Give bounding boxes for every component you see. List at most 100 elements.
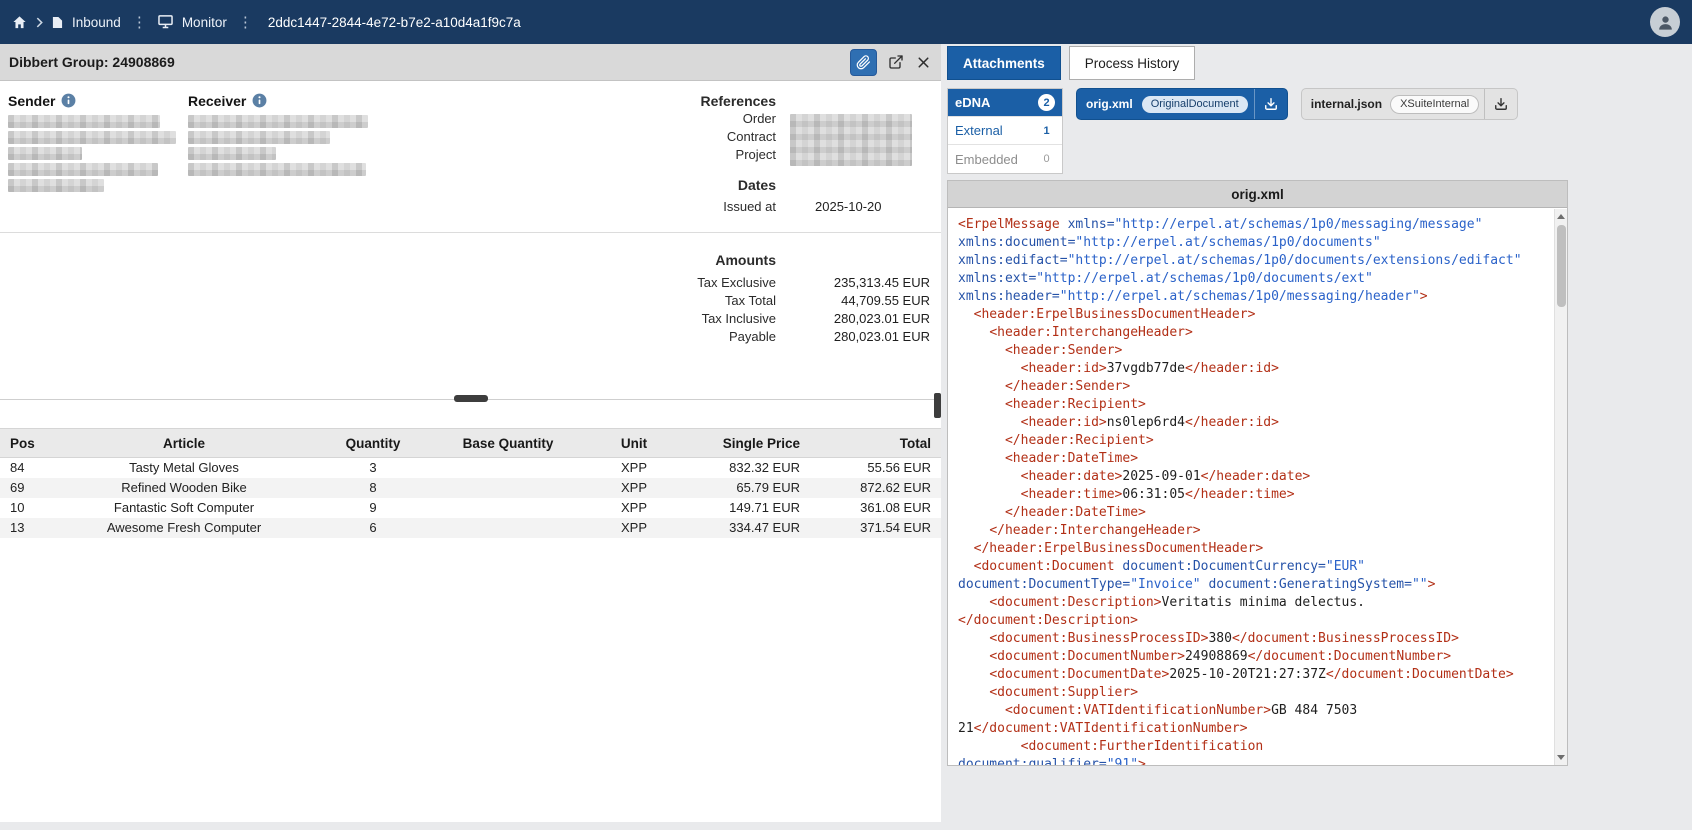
scroll-up-icon[interactable] — [1555, 210, 1567, 223]
column-header: Base Quantity — [428, 429, 588, 458]
inbound-menu-icon[interactable]: ⋮ — [130, 15, 149, 30]
amounts-section: Amounts Tax Exclusive235,313.45 EURTax T… — [560, 251, 930, 346]
sender-section: Sender — [8, 93, 184, 195]
source-item-external[interactable]: External1 — [948, 117, 1062, 145]
code-line: xmlns:header="http://erpel.at/schemas/1p… — [958, 288, 1554, 306]
code-line: <document:FurtherIdentification — [958, 738, 1554, 756]
redacted-text — [188, 115, 368, 128]
open-external-icon[interactable] — [888, 54, 904, 70]
code-line: <header:DateTime> — [958, 450, 1554, 468]
monitor-icon — [158, 15, 173, 29]
person-icon — [1656, 13, 1675, 32]
code-line: <document:Document document:DocumentCurr… — [958, 558, 1554, 576]
references-title: References — [560, 92, 776, 110]
file-icon — [52, 16, 63, 29]
code-line: <header:time>06:31:05</header:time> — [958, 486, 1554, 504]
attachment-chip-internal.json[interactable]: internal.jsonXSuiteInternal — [1302, 89, 1517, 119]
redacted-text — [188, 163, 366, 176]
code-line: <document:Supplier> — [958, 684, 1554, 702]
code-line: xmlns:edifact="http://erpel.at/schemas/1… — [958, 252, 1554, 270]
issued-at-value: 2025-10-20 — [776, 198, 930, 216]
breadcrumb-chevron-icon — [36, 17, 43, 28]
amount-row: Payable280,023.01 EUR — [560, 328, 930, 346]
items-table-section: PosArticleQuantityBase QuantityUnitSingl… — [0, 428, 941, 538]
document-header: Dibbert Group: 24908869 — [0, 44, 941, 81]
info-icon[interactable] — [252, 93, 267, 108]
code-line: <header:id>ns0lep6rd4</header:id> — [958, 414, 1554, 432]
amount-row: Tax Total44,709.55 EUR — [560, 292, 930, 310]
close-icon[interactable] — [915, 54, 932, 71]
code-line: <header:date>2025-09-01</header:date> — [958, 468, 1554, 486]
breadcrumb-inbound[interactable]: Inbound — [72, 15, 121, 30]
attachment-chip-orig.xml[interactable]: orig.xmlOriginalDocument — [1077, 89, 1287, 119]
tab-process-history[interactable]: Process History — [1069, 46, 1196, 80]
dates-title: Dates — [560, 176, 776, 194]
reference-label: Contract — [560, 128, 776, 146]
code-line: <header:Sender> — [958, 342, 1554, 360]
receiver-label: Receiver — [188, 93, 246, 109]
code-line: </header:Sender> — [958, 378, 1554, 396]
code-line: <document:VATIdentificationNumber>GB 484… — [958, 702, 1554, 720]
redacted-text — [8, 147, 82, 160]
table-row[interactable]: 84Tasty Metal Gloves3XPP832.32 EUR55.56 … — [0, 458, 941, 478]
column-header: Quantity — [318, 429, 428, 458]
amount-row: Tax Exclusive235,313.45 EUR — [560, 274, 930, 292]
viewer-title: orig.xml — [948, 181, 1567, 208]
code-line: <header:Recipient> — [958, 396, 1554, 414]
scroll-down-icon[interactable] — [1555, 751, 1567, 764]
attachment-filename: orig.xml — [1077, 97, 1142, 111]
count-badge: 2 — [1038, 94, 1055, 111]
count-badge: 0 — [1038, 151, 1055, 168]
xml-code[interactable]: <ErpelMessage xmlns="http://erpel.at/sch… — [948, 209, 1554, 765]
document-panel: Dibbert Group: 24908869 Sender — [0, 44, 941, 822]
code-line: <header:id>37vgdb77de</header:id> — [958, 360, 1554, 378]
scrollbar-thumb[interactable] — [1557, 225, 1566, 307]
attachment-type-badge: OriginalDocument — [1142, 96, 1248, 113]
table-row[interactable]: 69Refined Wooden Bike8XPP65.79 EUR872.62… — [0, 478, 941, 498]
redacted-references — [790, 114, 912, 166]
horizontal-splitter-handle[interactable] — [454, 395, 488, 402]
monitor-menu-icon[interactable]: ⋮ — [236, 15, 255, 30]
reference-label: Order — [560, 110, 776, 128]
amounts-title: Amounts — [560, 251, 776, 269]
download-icon[interactable] — [1254, 89, 1287, 119]
column-header: Total — [810, 429, 941, 458]
tab-attachments[interactable]: Attachments — [947, 46, 1061, 80]
code-line: <header:ErpelBusinessDocumentHeader> — [958, 306, 1554, 324]
user-avatar[interactable] — [1650, 7, 1680, 37]
code-line: xmlns:ext="http://erpel.at/schemas/1p0/d… — [958, 270, 1554, 288]
info-icon[interactable] — [61, 93, 76, 108]
code-line: <ErpelMessage xmlns="http://erpel.at/sch… — [958, 216, 1554, 234]
amounts-rows: Tax Exclusive235,313.45 EURTax Total44,7… — [560, 274, 930, 346]
table-row[interactable]: 13Awesome Fresh Computer6XPP334.47 EUR37… — [0, 518, 941, 538]
code-line: 21</document:VATIdentificationNumber> — [958, 720, 1554, 738]
home-icon[interactable] — [12, 15, 27, 30]
breadcrumb-monitor[interactable]: Monitor — [182, 15, 227, 30]
source-item-edna[interactable]: eDNA2 — [948, 89, 1062, 117]
divider — [0, 232, 941, 233]
attachments-area: eDNA2External1Embedded0 orig.xmlOriginal… — [947, 88, 1692, 180]
code-line: <document:DocumentDate>2025-10-20T21:27:… — [958, 666, 1554, 684]
redacted-text — [8, 115, 160, 128]
redacted-text — [8, 163, 158, 176]
viewer-scrollbar[interactable] — [1554, 209, 1567, 765]
xml-viewer: orig.xml <ErpelMessage xmlns="http://erp… — [947, 180, 1568, 766]
code-line: </header:Recipient> — [958, 432, 1554, 450]
download-icon[interactable] — [1484, 89, 1517, 119]
receiver-section: Receiver — [188, 93, 378, 179]
items-table: PosArticleQuantityBase QuantityUnitSingl… — [0, 428, 941, 538]
table-row[interactable]: 10Fantastic Soft Computer9XPP149.71 EUR3… — [0, 498, 941, 518]
code-line: document:qualifier="91"> — [958, 756, 1554, 765]
items-table-header-row: PosArticleQuantityBase QuantityUnitSingl… — [0, 429, 941, 458]
column-header: Unit — [588, 429, 680, 458]
attachment-source-list: eDNA2External1Embedded0 — [947, 88, 1063, 174]
references-labels: OrderContractProject — [560, 110, 776, 166]
code-line: document:DocumentType="Invoice" document… — [958, 576, 1554, 594]
source-item-embedded[interactable]: Embedded0 — [948, 145, 1062, 173]
vertical-splitter-handle[interactable] — [934, 393, 941, 418]
code-line: <document:BusinessProcessID>380</documen… — [958, 630, 1554, 648]
redacted-text — [188, 131, 330, 144]
paperclip-icon — [856, 55, 871, 70]
attachments-toggle-button[interactable] — [850, 49, 877, 76]
sender-label: Sender — [8, 93, 55, 109]
